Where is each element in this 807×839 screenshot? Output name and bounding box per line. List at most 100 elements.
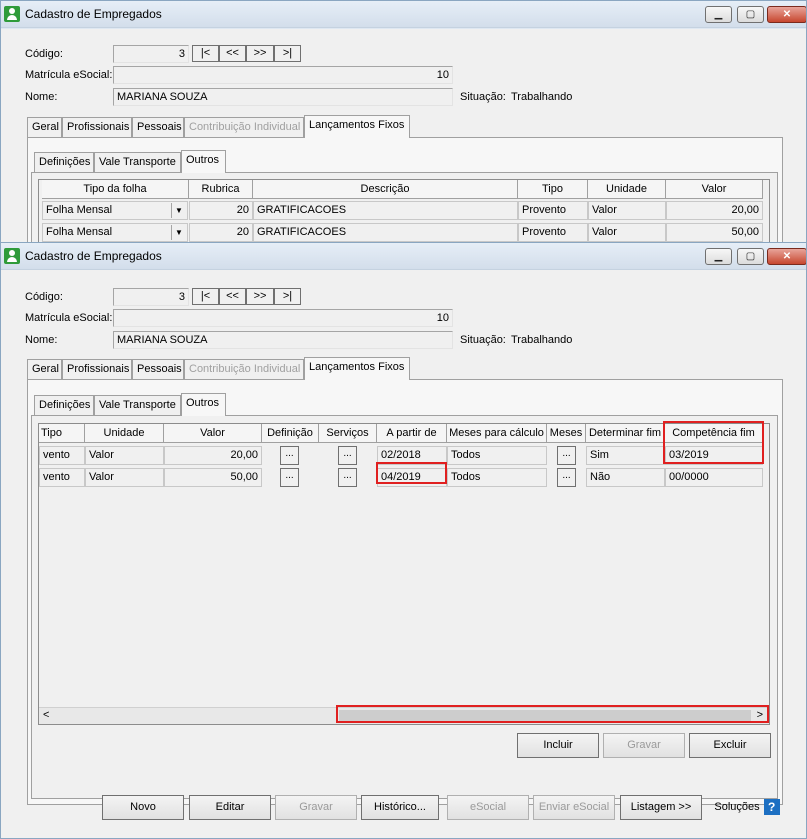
unidade-cell[interactable]: Valor [85,468,164,487]
help-icon[interactable]: ? [763,799,780,816]
meses-calculo-cell[interactable]: Todos [447,468,547,487]
title-bar[interactable]: Cadastro de Empregados ▁ ▢ ✕ [1,243,806,270]
rubrica-cell[interactable]: 20 [189,201,253,220]
tipo-cell[interactable]: vento [39,446,85,465]
unidade-cell[interactable]: Valor [588,223,666,242]
nome-field[interactable]: MARIANA SOUZA [113,331,453,349]
tab-pessoais[interactable]: Pessoais [132,117,184,137]
subtab-vale-transporte[interactable]: Vale Transporte [94,152,181,172]
column-header[interactable]: Rubrica [189,180,253,199]
column-header[interactable]: Unidade [85,424,164,443]
unidade-cell[interactable]: Valor [85,446,164,465]
tab-contribuicao-individual[interactable]: Contribuição Individual [184,117,304,137]
subtab-definicoes[interactable]: Definições [34,152,94,172]
column-header[interactable]: Valor [666,180,763,199]
meses-button[interactable]: ... [557,468,576,487]
determinar-fim-cell[interactable]: Não [586,468,665,487]
subtab-outros[interactable]: Outros [181,150,226,173]
descricao-cell[interactable]: GRATIFICACOES [253,201,518,220]
nav-next-button[interactable]: >> [246,288,274,305]
editar-button[interactable]: Editar [189,795,271,820]
close-button[interactable]: ✕ [767,248,806,265]
column-header[interactable]: A partir de [377,424,447,443]
a-partir-de-cell[interactable]: 04/2019 [377,468,447,487]
tab-profissionais[interactable]: Profissionais [62,117,132,137]
nav-last-button[interactable]: >| [274,45,301,62]
matricula-field[interactable]: 10 [113,66,453,84]
column-header[interactable]: Meses [547,424,586,443]
tipo-cell[interactable]: vento [39,468,85,487]
dropdown-arrow-icon[interactable]: ▼ [171,203,186,218]
column-header[interactable]: Descrição [253,180,518,199]
nav-last-button[interactable]: >| [274,288,301,305]
incluir-button[interactable]: Incluir [517,733,599,758]
excluir-button[interactable]: Excluir [689,733,771,758]
nav-next-button[interactable]: >> [246,45,274,62]
historico-button[interactable]: Histórico... [361,795,439,820]
descricao-cell[interactable]: GRATIFICACOES [253,223,518,242]
column-header[interactable]: Competência fim [665,424,763,443]
meses-calculo-cell[interactable]: Todos [447,446,547,465]
close-button[interactable]: ✕ [767,6,806,23]
matricula-field[interactable]: 10 [113,309,453,327]
nome-field[interactable]: MARIANA SOUZA [113,88,453,106]
tipo-folha-select[interactable]: Folha Mensal ▼ [42,223,188,242]
maximize-button[interactable]: ▢ [737,248,764,265]
nav-first-button[interactable]: |< [192,288,219,305]
valor-cell[interactable]: 20,00 [164,446,262,465]
column-header[interactable]: Tipo [518,180,588,199]
subtab-vale-transporte[interactable]: Vale Transporte [94,395,181,415]
meses-button[interactable]: ... [557,446,576,465]
tab-geral[interactable]: Geral [27,117,62,137]
servicos-button[interactable]: ... [338,446,357,465]
tab-lancamentos-fixos[interactable]: Lançamentos Fixos [304,115,410,138]
definicao-button[interactable]: ... [280,468,299,487]
competencia-fim-cell[interactable]: 00/0000 [665,468,763,487]
column-header[interactable]: Determinar fim [586,424,665,443]
title-bar[interactable]: Cadastro de Empregados ▁ ▢ ✕ [1,1,806,28]
tab-profissionais[interactable]: Profissionais [62,359,132,379]
horizontal-scrollbar[interactable]: < > [39,707,769,724]
codigo-field[interactable]: 3 [113,288,189,306]
determinar-fim-cell[interactable]: Sim [586,446,665,465]
subtab-definicoes[interactable]: Definições [34,395,94,415]
gravar-grid-button[interactable]: Gravar [603,733,685,758]
column-header[interactable]: Meses para cálculo [447,424,547,443]
maximize-button[interactable]: ▢ [737,6,764,23]
column-header[interactable]: Definição [262,424,319,443]
listagem-button[interactable]: Listagem >> [620,795,702,820]
competencia-fim-cell[interactable]: 03/2019 [665,446,763,465]
a-partir-de-cell[interactable]: 02/2018 [377,446,447,465]
gravar-button[interactable]: Gravar [275,795,357,820]
unidade-cell[interactable]: Valor [588,201,666,220]
minimize-button[interactable]: ▁ [705,248,732,265]
servicos-button[interactable]: ... [338,468,357,487]
codigo-field[interactable]: 3 [113,45,189,63]
rubrica-cell[interactable]: 20 [189,223,253,242]
scrollbar-thumb[interactable] [339,710,751,722]
tab-lancamentos-fixos[interactable]: Lançamentos Fixos [304,357,410,380]
scroll-right-icon[interactable]: > [757,709,763,721]
nav-prev-button[interactable]: << [219,45,246,62]
valor-cell[interactable]: 20,00 [666,201,763,220]
minimize-button[interactable]: ▁ [705,6,732,23]
tipo-folha-select[interactable]: Folha Mensal ▼ [42,201,188,220]
subtab-outros[interactable]: Outros [181,393,226,416]
column-header[interactable]: Serviços [319,424,377,443]
nav-prev-button[interactable]: << [219,288,246,305]
novo-button[interactable]: Novo [102,795,184,820]
column-header[interactable]: Unidade [588,180,666,199]
tab-pessoais[interactable]: Pessoais [132,359,184,379]
esocial-button[interactable]: eSocial [447,795,529,820]
column-header[interactable]: Tipo [39,424,85,443]
dropdown-arrow-icon[interactable]: ▼ [171,225,186,240]
valor-cell[interactable]: 50,00 [666,223,763,242]
tab-geral[interactable]: Geral [27,359,62,379]
scroll-left-icon[interactable]: < [43,709,49,721]
tab-contribuicao-individual[interactable]: Contribuição Individual [184,359,304,379]
enviar-esocial-button[interactable]: Enviar eSocial [533,795,615,820]
column-header[interactable]: Tipo da folha [42,180,189,199]
tipo-cell[interactable]: Provento [518,201,588,220]
column-header[interactable]: Valor [164,424,262,443]
definicao-button[interactable]: ... [280,446,299,465]
